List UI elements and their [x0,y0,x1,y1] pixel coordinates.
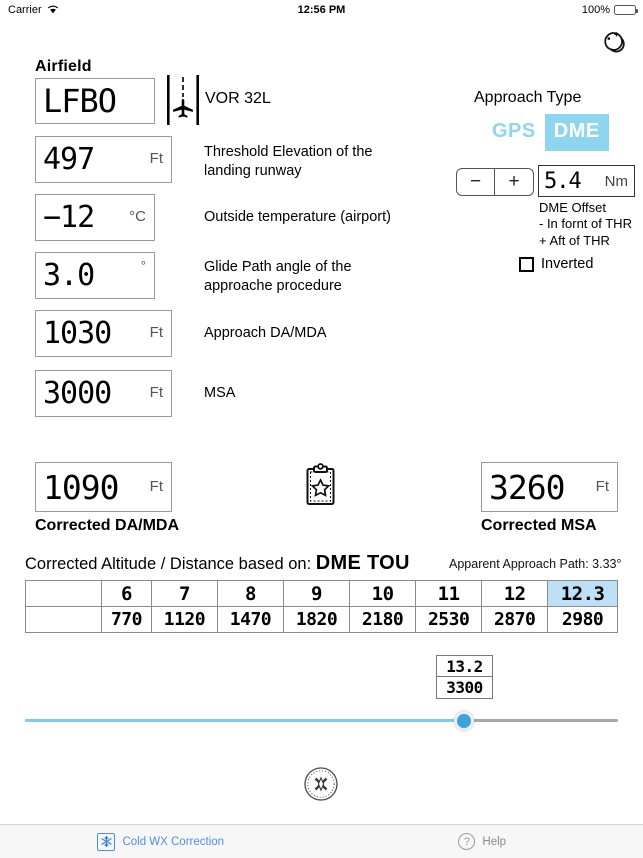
status-bar: Carrier 12:56 PM 100% [0,0,643,20]
table-cell-distance-selected[interactable]: 12.3 [547,580,618,607]
table-cell-distance[interactable]: 7 [150,580,218,607]
approach-ident-label: VOR 32L [205,90,271,107]
glide-path-angle-description: Glide Path angle of the approache proced… [204,259,352,294]
slider-readout: 13.2 3300 [436,655,493,699]
table-row-distances: 6 7 8 9 10 11 12 12.3 [25,580,618,607]
apparent-approach-path: Apparent Approach Path: 3.33° [449,557,622,571]
approach-type-segmented-control[interactable]: GPS DME [483,114,609,151]
slider-track-fill [25,719,464,722]
altitude-distance-table: 6 7 8 9 10 11 12 12.3 770 1120 1470 1820… [25,580,618,633]
table-cell-altitude: 1820 [282,606,351,633]
dme-offset-note-minus: - In fornt of THR [539,216,632,232]
dme-offset-note-plus: + Aft of THR [539,232,610,248]
table-cell-distance-label [25,580,102,607]
threshold-elevation-input[interactable]: 497 Ft [35,136,172,183]
clipboard-star-icon[interactable] [304,463,337,507]
table-cell-distance[interactable]: 10 [349,580,417,607]
distance-slider[interactable] [25,710,618,732]
table-cell-altitude: 2870 [481,606,549,633]
based-on-row: Corrected Altitude / Distance based on: … [25,552,410,575]
approach-type-option-gps[interactable]: GPS [483,114,545,151]
table-cell-altitude: 2980 [547,606,618,633]
inverted-checkbox[interactable] [519,256,534,272]
approach-da-mda-description: Approach DA/MDA [204,325,327,341]
table-cell-altitude-label [25,606,102,633]
slider-readout-altitude: 3300 [446,678,483,697]
table-cell-altitude: 1120 [150,606,218,633]
battery-percent-label: 100% [581,4,610,16]
table-cell-distance[interactable]: 8 [216,580,285,607]
approach-type-title: Approach Type [474,89,582,106]
table-cell-distance[interactable]: 11 [415,580,483,607]
table-row-altitudes: 770 1120 1470 1820 2180 2530 2870 2980 [25,606,618,633]
msa-description: MSA [204,385,236,401]
tab-cold-wx-correction[interactable]: Cold WX Correction [0,825,322,858]
night-mode-toggle[interactable] [595,26,631,60]
tab-help-label: Help [482,835,507,848]
question-mark-icon: ? [458,833,476,850]
tab-bar: Cold WX Correction ? Help [0,824,643,858]
battery-icon [614,5,638,15]
tab-cold-wx-correction-label: Cold WX Correction [122,835,225,848]
msa-input[interactable]: 3000 Ft [35,370,172,417]
outside-temperature-input[interactable]: −12 °C [35,194,155,241]
slider-readout-distance: 13.2 [437,656,492,677]
glide-path-angle-input[interactable]: 3.0 ° [35,252,155,299]
status-bar-right: 100% [581,4,638,16]
table-cell-distance[interactable]: 9 [282,580,351,607]
dme-offset-increment-button[interactable]: + [495,169,533,195]
slider-thumb[interactable] [453,711,474,731]
based-on-prefix: Corrected Altitude / Distance based on: [25,555,312,573]
dme-offset-stepper[interactable]: − + [456,168,534,196]
airfield-label: Airfield [35,58,92,75]
corrected-msa-caption: Corrected MSA [481,517,597,534]
corrected-da-mda-value: 1090 Ft [35,462,172,512]
app-root: Carrier 12:56 PM 100% Airfield LFBO VOR … [0,0,643,858]
table-cell-altitude: 2180 [349,606,417,633]
status-bar-clock: 12:56 PM [297,4,346,16]
inverted-checkbox-row[interactable]: Inverted [519,256,593,272]
table-cell-altitude: 2530 [415,606,483,633]
runway-airplane-icon [165,74,201,126]
dme-offset-caption: DME Offset [539,200,606,215]
table-cell-altitude: 1470 [216,606,285,633]
threshold-elevation-description: Threshold Elevation of the landing runwa… [204,144,373,179]
dme-offset-help: DME Offset - In fornt of THR + Aft of TH… [539,200,632,249]
snowflake-icon [97,832,116,851]
approach-da-mda-input[interactable]: 1030 Ft [35,310,172,357]
corrected-msa-value: 3260 Ft [481,462,618,512]
table-cell-altitude: 770 [101,606,152,633]
dme-offset-decrement-button[interactable]: − [457,169,495,195]
based-on-value: DME TOU [315,552,410,574]
reset-cross-circle-icon[interactable] [303,766,339,802]
dme-offset-input[interactable]: 5.4 Nm [538,165,635,197]
tab-help[interactable]: ? Help [322,825,643,858]
airfield-input[interactable]: LFBO [35,78,155,124]
inverted-label: Inverted [541,256,594,272]
table-cell-distance[interactable]: 12 [481,580,549,607]
corrected-da-mda-caption: Corrected DA/MDA [35,517,180,534]
approach-type-option-dme[interactable]: DME [544,114,609,151]
outside-temperature-description: Outside temperature (airport) [204,209,391,225]
table-cell-distance[interactable]: 6 [101,580,152,607]
